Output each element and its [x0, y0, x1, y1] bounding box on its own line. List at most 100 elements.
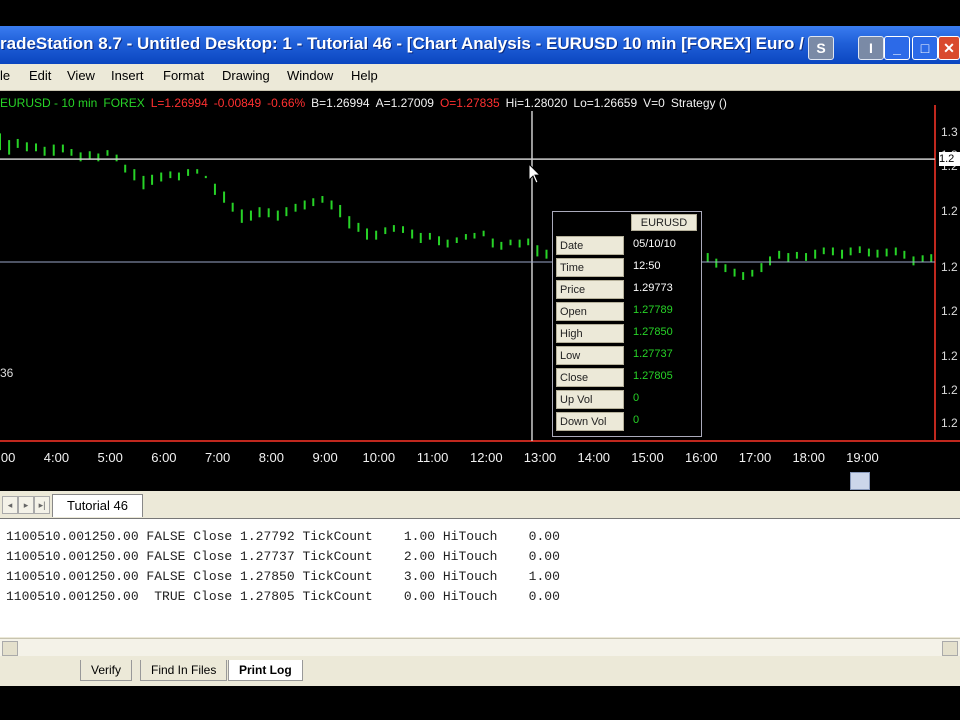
x-tick-label: 13:00 — [523, 450, 557, 465]
data-row-time: Time 12:50 — [553, 257, 701, 278]
close-button[interactable]: ✕ — [938, 36, 960, 60]
x-tick-label: 6:00 — [151, 450, 177, 465]
data-label: Open — [556, 302, 624, 321]
data-row-low: Low 1.27737 — [553, 345, 701, 366]
x-tick-label: 14:00 — [577, 450, 611, 465]
data-value: 1.27850 — [633, 326, 673, 338]
status-change: -0.00849 — [213, 96, 262, 110]
tab-last-icon[interactable]: ▸| — [34, 496, 50, 514]
menu-view[interactable]: View — [67, 68, 95, 83]
tab-print-log[interactable]: Print Log — [228, 660, 303, 681]
menu-edit[interactable]: Edit — [29, 68, 51, 83]
mouse-pointer-icon — [528, 162, 542, 184]
data-value: 1.29773 — [633, 282, 673, 294]
data-label: Up Vol — [556, 390, 624, 409]
data-value: 12:50 — [633, 260, 661, 272]
scroll-left-icon[interactable] — [2, 641, 18, 656]
chart-status-line: EURUSD - 10 min FOREX L=1.26994 -0.00849 -0.… — [0, 96, 733, 110]
status-volume: V=0 — [643, 96, 665, 110]
menu-drawing[interactable]: Drawing — [222, 68, 270, 83]
data-window-symbol: EURUSD — [631, 214, 697, 231]
y-tick-label: 1.2 — [941, 304, 958, 319]
data-label: Low — [556, 346, 624, 365]
x-tick-label: 10:00 — [362, 450, 396, 465]
data-row-high: High 1.27850 — [553, 323, 701, 344]
maximize-button[interactable]: □ — [912, 36, 938, 60]
bottom-strip — [0, 686, 960, 720]
status-bid: B=1.26994 — [311, 96, 370, 110]
x-tick-label: 18:00 — [792, 450, 825, 465]
menu-format[interactable]: Format — [163, 68, 204, 83]
status-exchange: FOREX — [103, 96, 145, 110]
y-tick-label: 1.2 — [941, 416, 958, 431]
data-value: 1.27737 — [633, 348, 673, 360]
data-value: 05/10/10 — [633, 238, 676, 250]
data-row-open: Open 1.27789 — [553, 301, 701, 322]
status-ask: A=1.27009 — [375, 96, 434, 110]
x-tick-label: 8:00 — [258, 450, 285, 465]
data-row-price: Price 1.29773 — [553, 279, 701, 300]
x-tick-label: 12:00 — [470, 450, 503, 465]
data-row-up-vol: Up Vol 0 — [553, 389, 701, 410]
x-tick-label: 3:00 — [0, 450, 16, 465]
y-tick-label: 1.3 — [941, 125, 958, 140]
data-label: Time — [556, 258, 624, 277]
x-tick-label: 5:00 — [97, 450, 123, 465]
status-strategy: Strategy () — [670, 96, 727, 110]
data-window-header-row: EURUSD — [553, 212, 701, 233]
menu-window[interactable]: Window — [287, 68, 333, 83]
chart-panel[interactable] — [0, 91, 960, 491]
data-value: 0 — [633, 414, 640, 426]
status-symbol: EURUSD - 10 min — [0, 96, 98, 110]
scroll-right-icon[interactable] — [942, 641, 958, 656]
data-window[interactable]: EURUSD Date 05/10/10 Time 12:50 Price 1.297… — [552, 211, 702, 437]
log-line: 1100510.001250.00 FALSE Close 1.27792 Ti… — [6, 529, 560, 544]
document-tab-row — [0, 494, 960, 519]
i-pill-button[interactable]: I — [858, 36, 884, 60]
window-title: radeStation 8.7 - Untitled Desktop: 1 - … — [0, 34, 821, 53]
data-value: 1.27805 — [633, 370, 673, 382]
data-row-date: Date 05/10/10 — [553, 235, 701, 256]
y-tick-label: 1.2 — [941, 203, 958, 218]
menu-file[interactable]: le — [0, 68, 10, 83]
x-tick-label: 15:00 — [631, 450, 664, 465]
y-tick-label: 1.2 — [941, 382, 958, 397]
log-line: 1100510.001250.00 TRUE Close 1.27805 Tic… — [6, 589, 560, 604]
tab-tutorial-46[interactable]: Tutorial 46 — [52, 494, 143, 517]
left-price-label: 36 — [0, 366, 14, 380]
menu-help[interactable]: Help — [351, 68, 378, 83]
pane-restore-icon[interactable] — [850, 472, 870, 490]
x-tick-label: 19:00 — [846, 450, 879, 465]
data-label: Date — [556, 236, 624, 255]
data-label: Down Vol — [556, 412, 624, 431]
status-high: Hi=1.28020 — [505, 96, 568, 110]
minimize-button[interactable]: _ — [884, 36, 910, 60]
data-row-close: Close 1.27805 — [553, 367, 701, 388]
x-tick-label: 4:00 — [43, 450, 70, 465]
price-chart[interactable] — [0, 91, 960, 491]
y-tick-label: 1.2 — [941, 349, 958, 364]
current-price-tag: 1.2 — [939, 152, 960, 167]
data-row-down-vol: Down Vol 0 — [553, 411, 701, 432]
tab-verify[interactable]: Verify — [80, 660, 133, 681]
log-line: 1100510.001250.00 FALSE Close 1.27737 Ti… — [6, 549, 560, 564]
x-tick-label: 7:00 — [204, 450, 231, 465]
data-label: High — [556, 324, 624, 343]
y-tick-label: 1.2 — [941, 259, 958, 274]
x-tick-label: 16:00 — [684, 450, 718, 465]
tab-next-icon[interactable]: ▸ — [18, 496, 34, 514]
menu-insert[interactable]: Insert — [111, 68, 144, 83]
data-label: Close — [556, 368, 624, 387]
menu-bar — [0, 64, 960, 91]
print-log-output[interactable]: 1100510.001250.00 FALSE Close 1.27792 Ti… — [0, 518, 960, 637]
tab-find-in-files[interactable]: Find In Files — [140, 660, 228, 681]
data-value: 1.27789 — [633, 304, 673, 316]
s-pill-button[interactable]: S — [808, 36, 834, 60]
x-tick-label: 17:00 — [738, 450, 772, 465]
status-low: Lo=1.26659 — [573, 96, 638, 110]
tab-prev-icon[interactable]: ◂ — [2, 496, 18, 514]
status-open: O=1.27835 — [439, 96, 500, 110]
horizontal-scrollbar[interactable] — [0, 638, 960, 657]
x-tick-label: 9:00 — [312, 450, 338, 465]
x-tick-label: 11:00 — [416, 450, 449, 465]
